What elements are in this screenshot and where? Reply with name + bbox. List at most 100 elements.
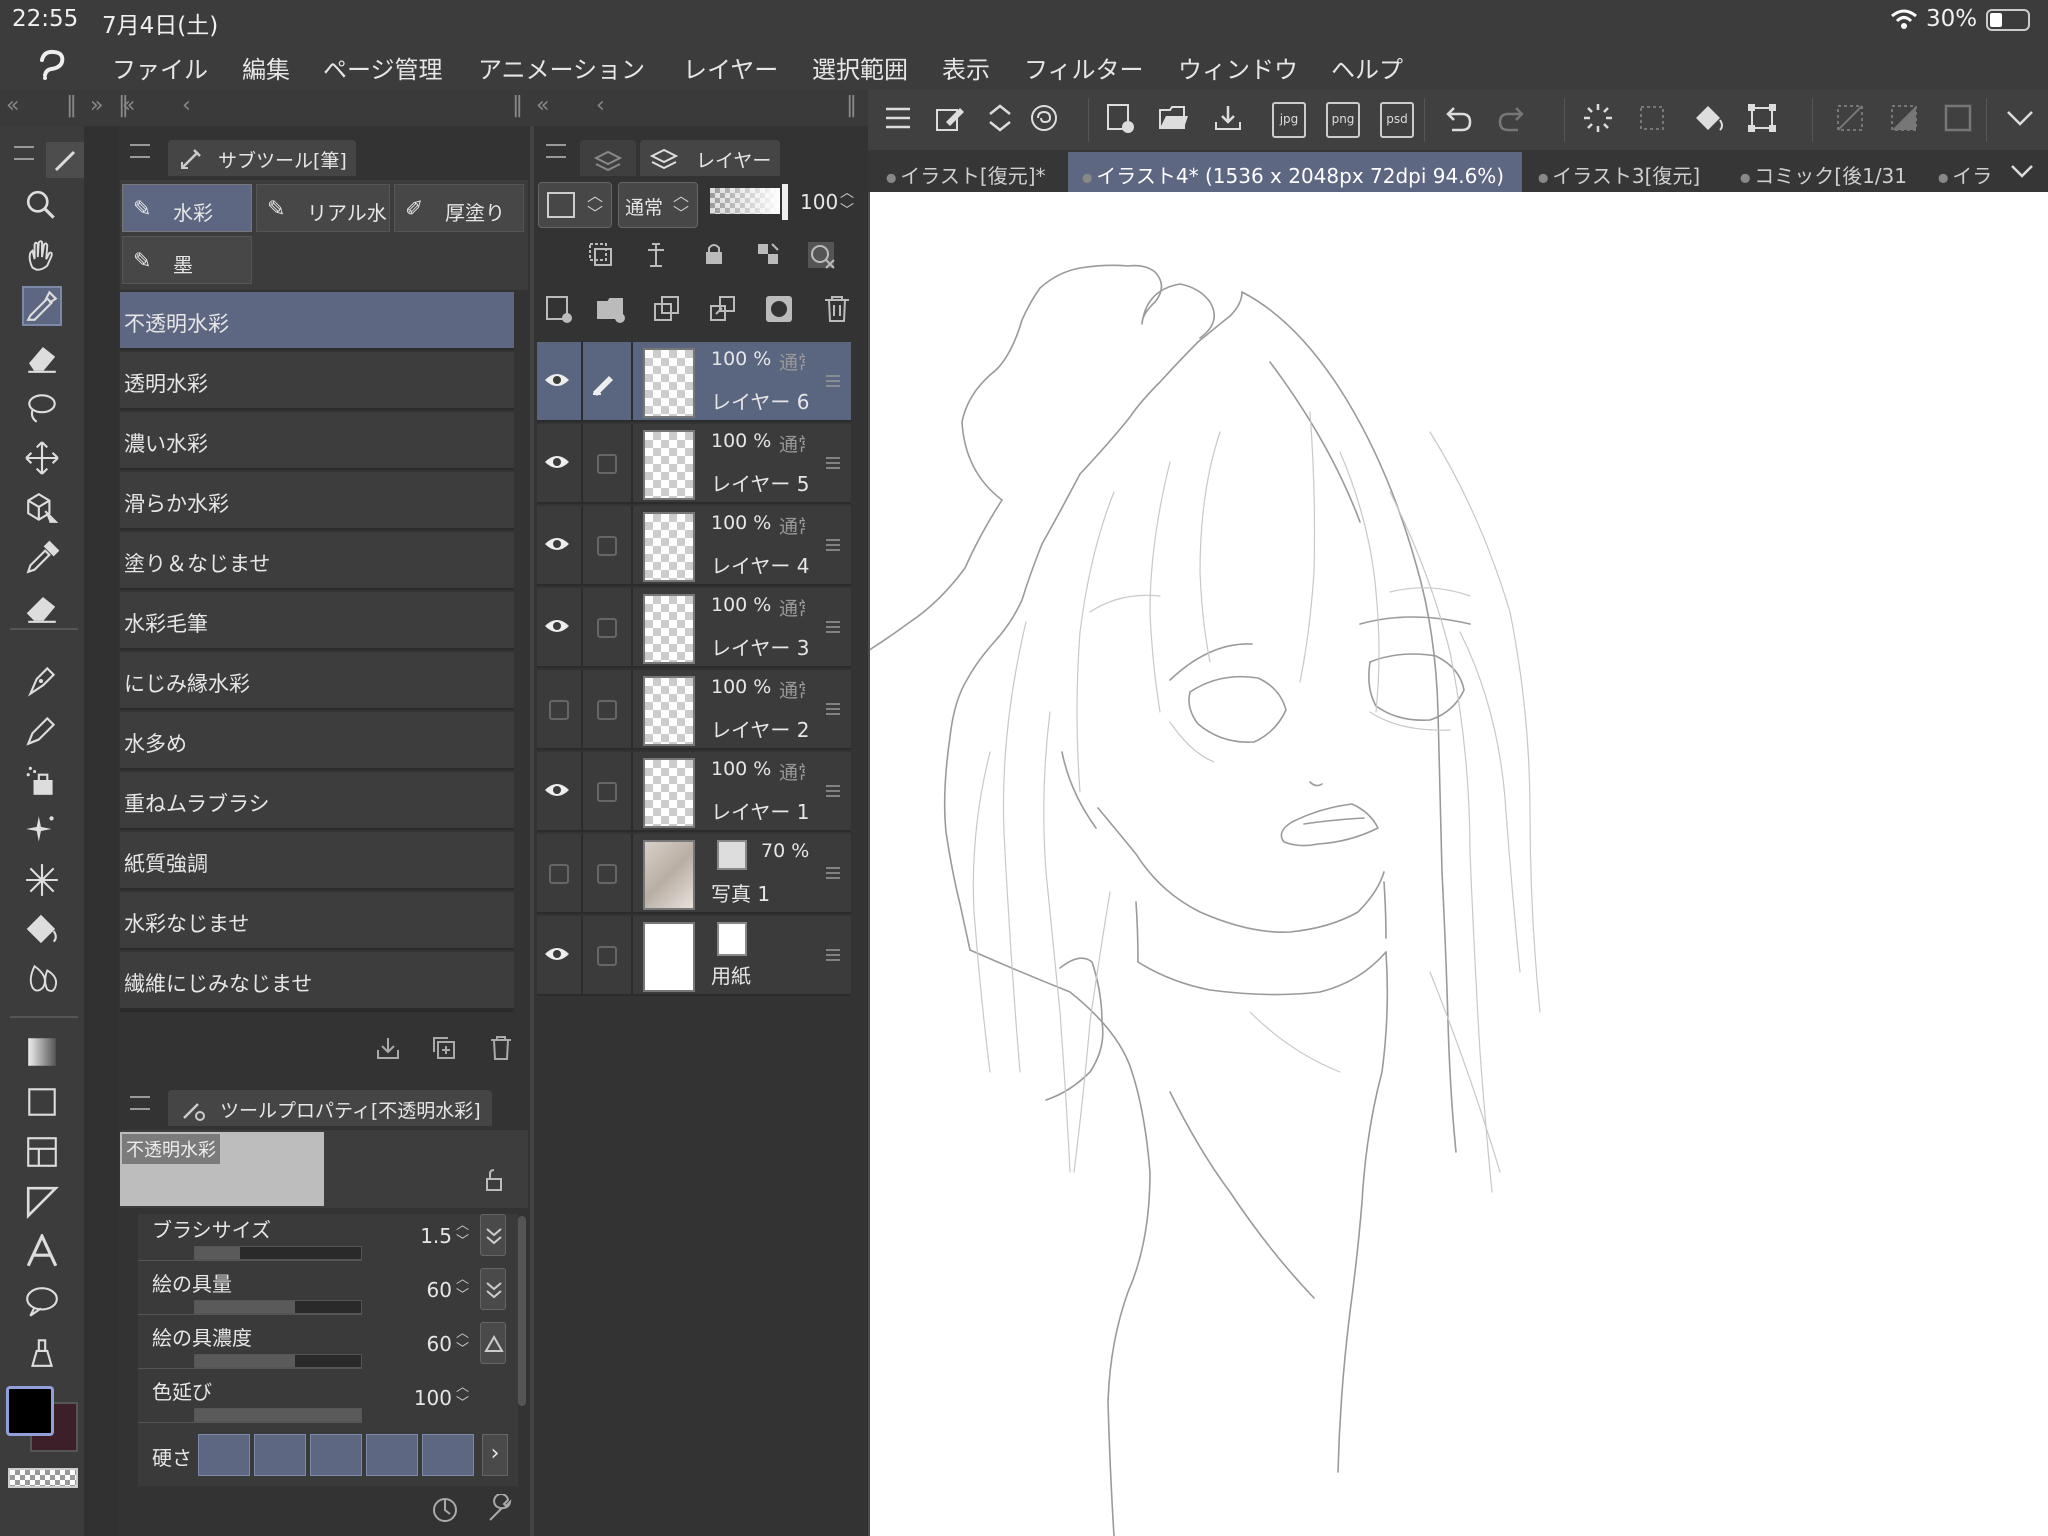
subtool-item[interactable]: 透明水彩 xyxy=(120,352,514,410)
clear-outside-icon[interactable] xyxy=(1834,102,1866,134)
property-stepper-icon[interactable]: ︿ ﹀ xyxy=(456,1218,469,1250)
hardness-expand-button[interactable]: › xyxy=(482,1434,508,1476)
hand-tool-icon[interactable] xyxy=(24,238,60,274)
mask-enable-icon[interactable] xyxy=(806,240,836,270)
menu-view[interactable]: 表示 xyxy=(942,50,990,85)
group-real-watercolor[interactable]: ✎ リアル水 xyxy=(256,184,390,232)
eye-icon[interactable] xyxy=(543,534,571,554)
expand-toolbar-icon[interactable] xyxy=(2004,102,2036,134)
subtool-item[interactable]: 繊維にじみなじませ xyxy=(120,952,514,1010)
property-stepper-icon[interactable]: ︿ ﹀ xyxy=(456,1326,469,1358)
undo-icon[interactable] xyxy=(1442,102,1474,134)
correction-tool-icon[interactable] xyxy=(24,1334,60,1370)
property-value[interactable]: 60 xyxy=(400,1278,452,1302)
subtool-tab[interactable]: サブツール[筆] xyxy=(168,140,356,176)
open-file-icon[interactable] xyxy=(1158,102,1190,134)
figure-tool-icon[interactable] xyxy=(24,1084,60,1120)
duplicate-subtool-icon[interactable] xyxy=(430,1034,458,1062)
pressure-toggle-button[interactable] xyxy=(480,1268,506,1310)
subtool-item[interactable]: 不透明水彩 xyxy=(120,292,514,350)
menu-layer[interactable]: レイヤー xyxy=(683,50,778,85)
property-slider[interactable] xyxy=(194,1300,362,1314)
new-canvas-icon[interactable] xyxy=(1104,102,1136,134)
menu-animation[interactable]: アニメーション xyxy=(478,50,645,85)
move-tool-icon[interactable] xyxy=(24,440,60,476)
tool-menu-icon[interactable] xyxy=(14,146,34,160)
fill-outside-icon[interactable] xyxy=(1888,102,1920,134)
subtool-item[interactable]: 濃い水彩 xyxy=(120,412,514,470)
subtool-item[interactable]: 水多め xyxy=(120,712,514,770)
opacity-slider-handle[interactable] xyxy=(782,184,788,220)
expand-right-icon[interactable]: » xyxy=(90,93,103,118)
import-subtool-icon[interactable] xyxy=(374,1034,402,1062)
tab-layer-property[interactable] xyxy=(580,140,636,176)
object-tool-icon[interactable] xyxy=(24,490,60,526)
edit-target-checkbox[interactable] xyxy=(597,454,617,474)
delete-subtool-icon[interactable] xyxy=(488,1034,514,1062)
document-tab[interactable]: ● イラスト3[復元] xyxy=(1524,152,1722,192)
blend-mode-select[interactable]: 通常 ︿ ﹀ xyxy=(618,182,698,228)
menu-help[interactable]: ヘルプ xyxy=(1331,50,1403,85)
hardness-option[interactable] xyxy=(198,1434,250,1476)
airbrush-tool-icon[interactable] xyxy=(24,762,60,798)
canvas[interactable] xyxy=(870,192,2048,1536)
menu-file[interactable]: ファイル xyxy=(112,50,208,85)
drag-handle-icon[interactable] xyxy=(825,866,841,880)
subtool-menu-icon[interactable] xyxy=(130,144,150,158)
new-raster-layer-icon[interactable] xyxy=(544,294,574,324)
edit-target-checkbox[interactable] xyxy=(597,700,617,720)
edit-target-checkbox[interactable] xyxy=(597,782,617,802)
subtool-item[interactable]: にじみ縁水彩 xyxy=(120,652,514,710)
eraser-tool-icon-2[interactable] xyxy=(24,590,60,626)
layer-color-selector[interactable]: ︿ ﹀ xyxy=(538,182,612,228)
subtool-item[interactable]: 水彩毛筆 xyxy=(120,592,514,650)
edit-target-checkbox[interactable] xyxy=(597,946,617,966)
layer-row[interactable]: 100 % 通常レイヤー 5 xyxy=(537,424,851,504)
property-stepper-icon[interactable]: ︿ ﹀ xyxy=(456,1380,469,1412)
eye-icon[interactable] xyxy=(543,780,571,800)
subtool-item[interactable]: 塗り＆なじませ xyxy=(120,532,514,590)
document-tab-active[interactable]: ● イラスト4* (1536 x 2048px 72dpi 94.6%) xyxy=(1068,152,1522,192)
reference-layer-icon[interactable] xyxy=(642,240,672,270)
hardness-option[interactable] xyxy=(366,1434,418,1476)
save-icon[interactable] xyxy=(1212,102,1244,134)
text-tool-icon[interactable] xyxy=(24,1234,60,1270)
ruler-tool-icon[interactable] xyxy=(24,1184,60,1220)
blend-tool-icon[interactable] xyxy=(24,862,60,898)
export-png-icon[interactable]: png xyxy=(1326,102,1360,138)
pencil-tool-icon[interactable] xyxy=(24,712,60,748)
collapse-left-icon-2[interactable]: « xyxy=(122,93,135,118)
fill-selection-icon[interactable] xyxy=(1692,102,1724,134)
group-thick-paint[interactable]: ✐ 厚塗り xyxy=(394,184,524,232)
visibility-toggle[interactable] xyxy=(549,700,569,720)
export-jpg-icon[interactable]: jpg xyxy=(1272,102,1306,138)
layer-row[interactable]: 100 % 通常レイヤー 3 xyxy=(537,588,851,668)
tabs-dropdown-icon[interactable] xyxy=(2008,160,2036,182)
collapse-left-icon-3[interactable]: « xyxy=(536,93,549,118)
edit-target-checkbox[interactable] xyxy=(597,618,617,638)
subtool-item[interactable]: 重ねムラブラシ xyxy=(120,772,514,830)
drag-handle-icon[interactable] xyxy=(825,538,841,552)
layer-row[interactable]: 70 % 写真 1 xyxy=(537,834,851,914)
transform-icon[interactable] xyxy=(1746,102,1778,134)
property-stepper-icon[interactable]: ︿ ﹀ xyxy=(456,1272,469,1304)
property-value[interactable]: 100 xyxy=(400,1386,452,1410)
toolprop-menu-icon[interactable] xyxy=(130,1096,150,1110)
menu-edit[interactable]: 編集 xyxy=(242,50,290,85)
eye-icon[interactable] xyxy=(543,370,571,390)
edit-target-checkbox[interactable] xyxy=(597,536,617,556)
decoration-tool-icon[interactable] xyxy=(24,812,60,848)
menu-filter[interactable]: フィルター xyxy=(1024,50,1144,85)
document-tab[interactable]: ● イラ xyxy=(1924,152,2004,192)
edit-target-checkbox[interactable] xyxy=(597,864,617,884)
merge-down-icon[interactable] xyxy=(708,294,738,324)
group-ink[interactable]: ✎ 墨 xyxy=(122,236,252,284)
property-slider[interactable] xyxy=(194,1246,362,1260)
clip-layer-icon[interactable] xyxy=(586,240,616,270)
drag-handle-icon[interactable] xyxy=(825,456,841,470)
drag-handle-icon[interactable] xyxy=(825,784,841,798)
subtool-item[interactable]: 滑らか水彩 xyxy=(120,472,514,530)
property-value[interactable]: 1.5 xyxy=(400,1224,452,1248)
pressure-toggle-button[interactable] xyxy=(480,1214,506,1256)
eye-icon[interactable] xyxy=(543,452,571,472)
